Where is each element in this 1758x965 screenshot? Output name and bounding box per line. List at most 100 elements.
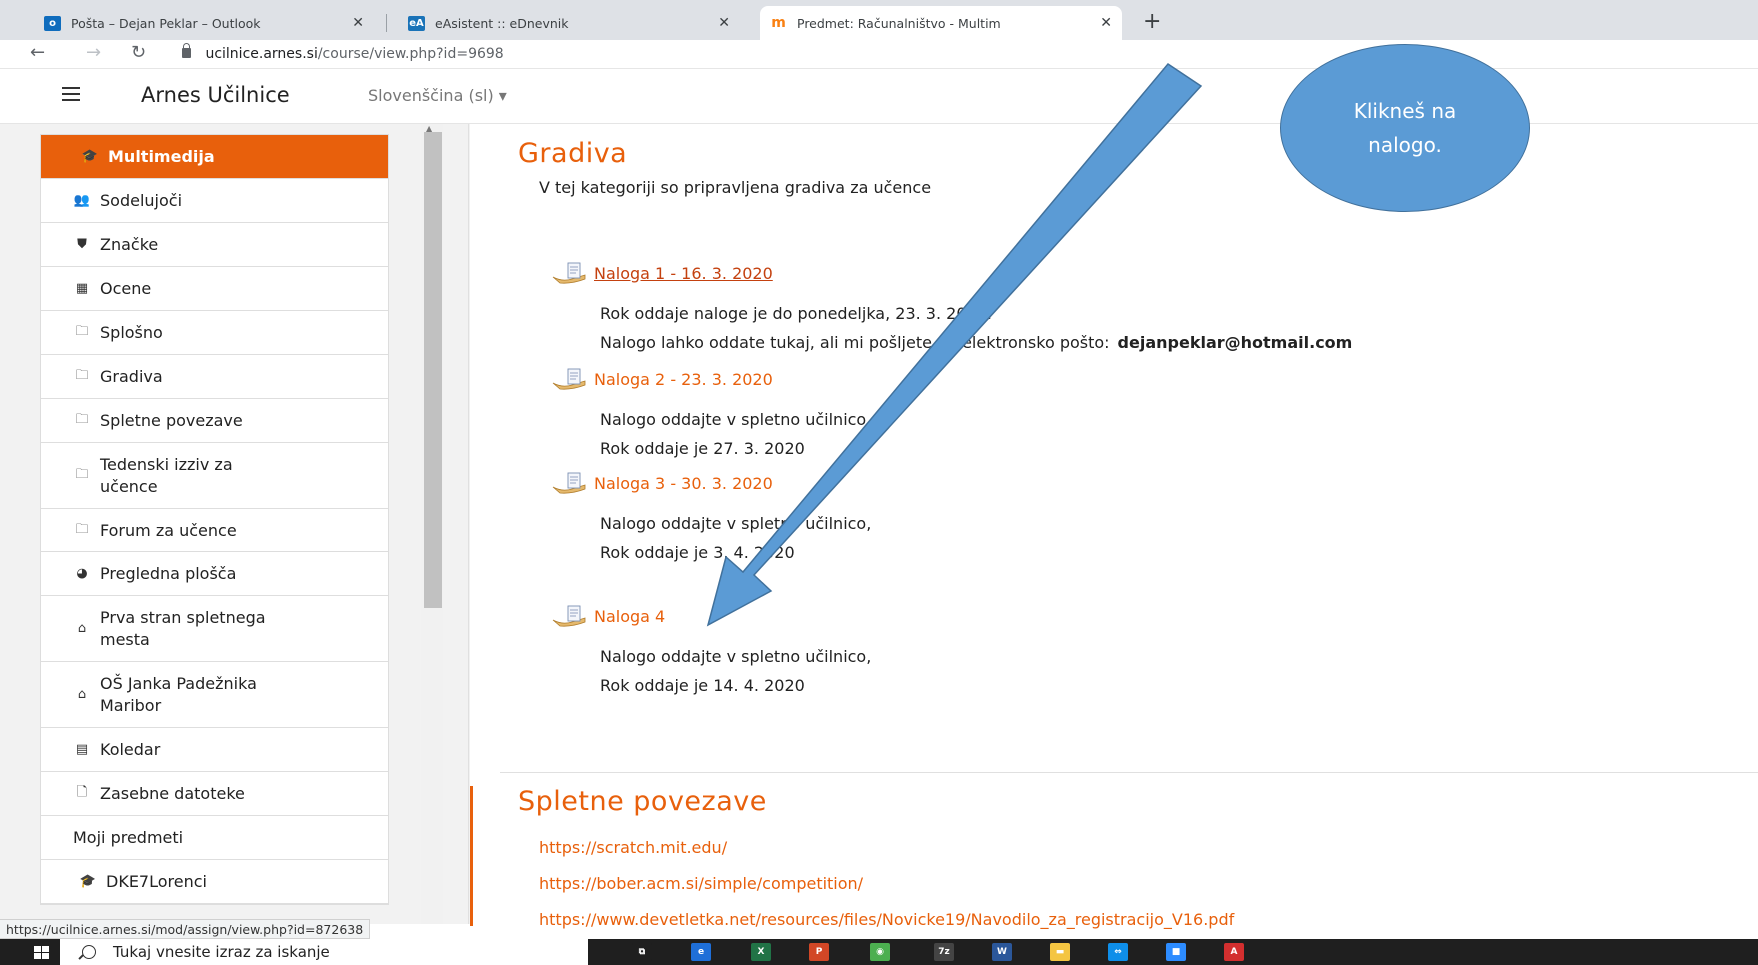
sidebar-item-label: Moji predmeti <box>73 827 184 847</box>
sidebar-item-label: Značke <box>100 234 159 254</box>
sidebar-item[interactable]: 🎓 DKE7Lorenci <box>41 860 388 904</box>
browser-tab-outlook[interactable]: o Pošta – Dejan Peklar – Outlook ✕ <box>34 6 374 40</box>
folder-icon: 🗀 <box>75 466 89 482</box>
sidebar-item[interactable]: 🗀 Spletne povezave <box>41 399 388 443</box>
assignment-icon <box>552 605 586 627</box>
close-icon[interactable]: ✕ <box>352 15 364 31</box>
home-icon: ⌂ <box>77 687 87 702</box>
assignment-icon <box>552 472 586 494</box>
sidebar-item-label: Pregledna plošča <box>100 563 237 583</box>
sidebar-item[interactable]: 👥 Sodelujoči <box>41 179 388 223</box>
close-icon[interactable]: ✕ <box>1100 15 1112 31</box>
assignment-activity: Naloga 2 - 23. 3. 2020 <box>552 368 773 390</box>
web-link[interactable]: https://bober.acm.si/simple/competition/ <box>539 874 863 893</box>
powerpoint-icon[interactable]: P <box>809 943 829 961</box>
language-menu[interactable]: Slovenščina (sl) ▾ <box>368 86 507 105</box>
file-explorer-icon[interactable]: ▬ <box>1050 943 1070 961</box>
sidebar-item[interactable]: 🗀 Gradiva <box>41 355 388 399</box>
sidebar-item[interactable]: ▤ Koledar <box>41 728 388 772</box>
sidebar-item-label: Gradiva <box>100 366 163 386</box>
task-view-icon[interactable]: ⧉ <box>632 943 652 961</box>
sidebar-item-label: DKE7Lorenci <box>106 871 207 891</box>
assignment-link[interactable]: Naloga 3 - 30. 3. 2020 <box>594 474 773 493</box>
url-field[interactable]: ucilnice.arnes.si/course/view.php?id=969… <box>182 43 504 62</box>
new-tab-button[interactable]: + <box>1143 9 1161 34</box>
assignment-description: Rok oddaje je 27. 3. 2020 <box>600 439 805 458</box>
sidebar-item[interactable]: ◕ Pregledna plošča <box>41 552 388 596</box>
sidebar-item-label: Tedenski izziv za učence <box>100 454 233 496</box>
sidebar-item[interactable]: ⛊ Značke <box>41 223 388 267</box>
description-text: Nalogo lahko oddate tukaj, ali mi pošlje… <box>600 333 1110 352</box>
menu-icon[interactable] <box>62 87 80 101</box>
zoom-icon[interactable]: ■ <box>1166 943 1186 961</box>
web-link[interactable]: https://scratch.mit.edu/ <box>539 838 727 857</box>
web-link[interactable]: https://www.devetletka.net/resources/fil… <box>539 910 1234 929</box>
sidebar-item-label: Forum za učence <box>100 520 237 540</box>
sidebar-item[interactable]: 🗋 Zasebne datoteke <box>41 772 388 816</box>
graduation-cap-icon: 🎓 <box>79 874 97 889</box>
section-title-gradiva: Gradiva <box>518 138 628 169</box>
assignment-activity: Naloga 1 - 16. 3. 2020 <box>552 262 773 284</box>
section-divider <box>500 772 1758 773</box>
taskbar-search[interactable]: Tukaj vnesite izraz za iskanje <box>60 939 588 965</box>
table-icon: ▦ <box>75 281 89 296</box>
url-path: /course/view.php?id=9698 <box>317 46 504 62</box>
moodle-icon: m <box>771 15 786 31</box>
assignment-link[interactable]: Naloga 2 - 23. 3. 2020 <box>594 370 773 389</box>
sidebar-item[interactable]: ▦ Ocene <box>41 267 388 311</box>
word-icon[interactable]: W <box>992 943 1012 961</box>
site-nav: ◕ Pregledna plošča ⌂ Prva stran spletnega m… <box>40 551 389 905</box>
back-icon[interactable]: ← <box>30 42 45 63</box>
browser-tab-easistent[interactable]: eA eAsistent :: eDnevnik ✕ <box>398 6 740 40</box>
status-url: https://ucilnice.arnes.si/mod/assign/vie… <box>0 919 371 939</box>
assignment-activity: Naloga 3 - 30. 3. 2020 <box>552 472 773 494</box>
address-bar: ← → ↻ ucilnice.arnes.si/course/view.php?… <box>0 40 1758 69</box>
tab-separator <box>386 14 387 32</box>
7zip-icon[interactable]: 7z <box>934 943 954 961</box>
sidebar-item[interactable]: 🗀 Tedenski izziv za učence <box>41 443 388 509</box>
assignment-link[interactable]: Naloga 4 <box>594 607 665 626</box>
drawer-divider <box>468 124 469 924</box>
home-icon: ⌂ <box>77 621 87 636</box>
assignment-link[interactable]: Naloga 1 - 16. 3. 2020 <box>594 264 773 283</box>
assignment-activity: Naloga 4 <box>552 605 665 627</box>
scroll-up-icon[interactable]: ▲ <box>426 124 432 133</box>
tab-title: Predmet: Računalništvo - Multim <box>797 15 1001 31</box>
windows-start-icon[interactable] <box>34 946 49 959</box>
file-icon: 🗋 <box>76 784 88 800</box>
sidebar-item[interactable]: ⌂ Prva stran spletnega mesta <box>41 596 388 662</box>
folder-icon: 🗀 <box>75 367 89 383</box>
description-text: Rok oddaje naloge je do ponedeljka, 23. … <box>600 304 992 323</box>
acrobat-icon[interactable]: A <box>1224 943 1244 961</box>
teamviewer-icon[interactable]: ⇔ <box>1108 943 1128 961</box>
sidebar-item[interactable]: Moji predmeti <box>41 816 388 860</box>
folder-icon: 🗀 <box>75 323 89 339</box>
sidebar-item-label: Splošno <box>100 322 163 342</box>
assignment-description: Rok oddaje naloge je do ponedeljka, 23. … <box>600 304 992 323</box>
sidebar-item[interactable]: 🎓 Multimedija <box>41 135 388 179</box>
tab-title: eAsistent :: eDnevnik <box>435 15 569 31</box>
description-text: Rok oddaje je 27. 3. 2020 <box>600 439 805 458</box>
assignment-description: Rok oddaje je 3. 4. 2020 <box>600 543 795 562</box>
chrome-icon[interactable]: ◉ <box>870 943 890 961</box>
sidebar-item[interactable]: ⌂ OŠ Janka Padežnika Maribor <box>41 662 388 728</box>
close-icon[interactable]: ✕ <box>718 15 730 31</box>
excel-icon[interactable]: X <box>751 943 771 961</box>
sidebar-item[interactable]: 🗀 Splošno <box>41 311 388 355</box>
edge-icon[interactable]: e <box>691 943 711 961</box>
browser-tab-moodle[interactable]: m Predmet: Računalništvo - Multim ✕ <box>760 6 1122 40</box>
assignment-icon <box>552 262 586 284</box>
scrollbar-thumb[interactable] <box>424 132 442 608</box>
sidebar-item-label: Prva stran spletnega mesta <box>100 607 266 649</box>
description-text: Nalogo oddajte v spletno učilnico, <box>600 410 872 429</box>
sidebar-item-label: Zasebne datoteke <box>100 783 245 803</box>
forward-icon[interactable]: → <box>86 42 101 63</box>
reload-icon[interactable]: ↻ <box>131 42 146 63</box>
dashboard-icon: ◕ <box>76 566 88 581</box>
sidebar-item-label: Ocene <box>100 278 152 298</box>
site-brand[interactable]: Arnes Učilnice <box>141 83 290 107</box>
tab-title: Pošta – Dejan Peklar – Outlook <box>71 15 261 31</box>
assignment-icon <box>552 368 586 390</box>
sidebar-item[interactable]: 🗀 Forum za učence <box>41 509 388 553</box>
course-nav: 🎓 Multimedija 👥 Sodelujoči ⛊ Značke ▦ Ocene 🗀 Spl… <box>40 134 389 554</box>
